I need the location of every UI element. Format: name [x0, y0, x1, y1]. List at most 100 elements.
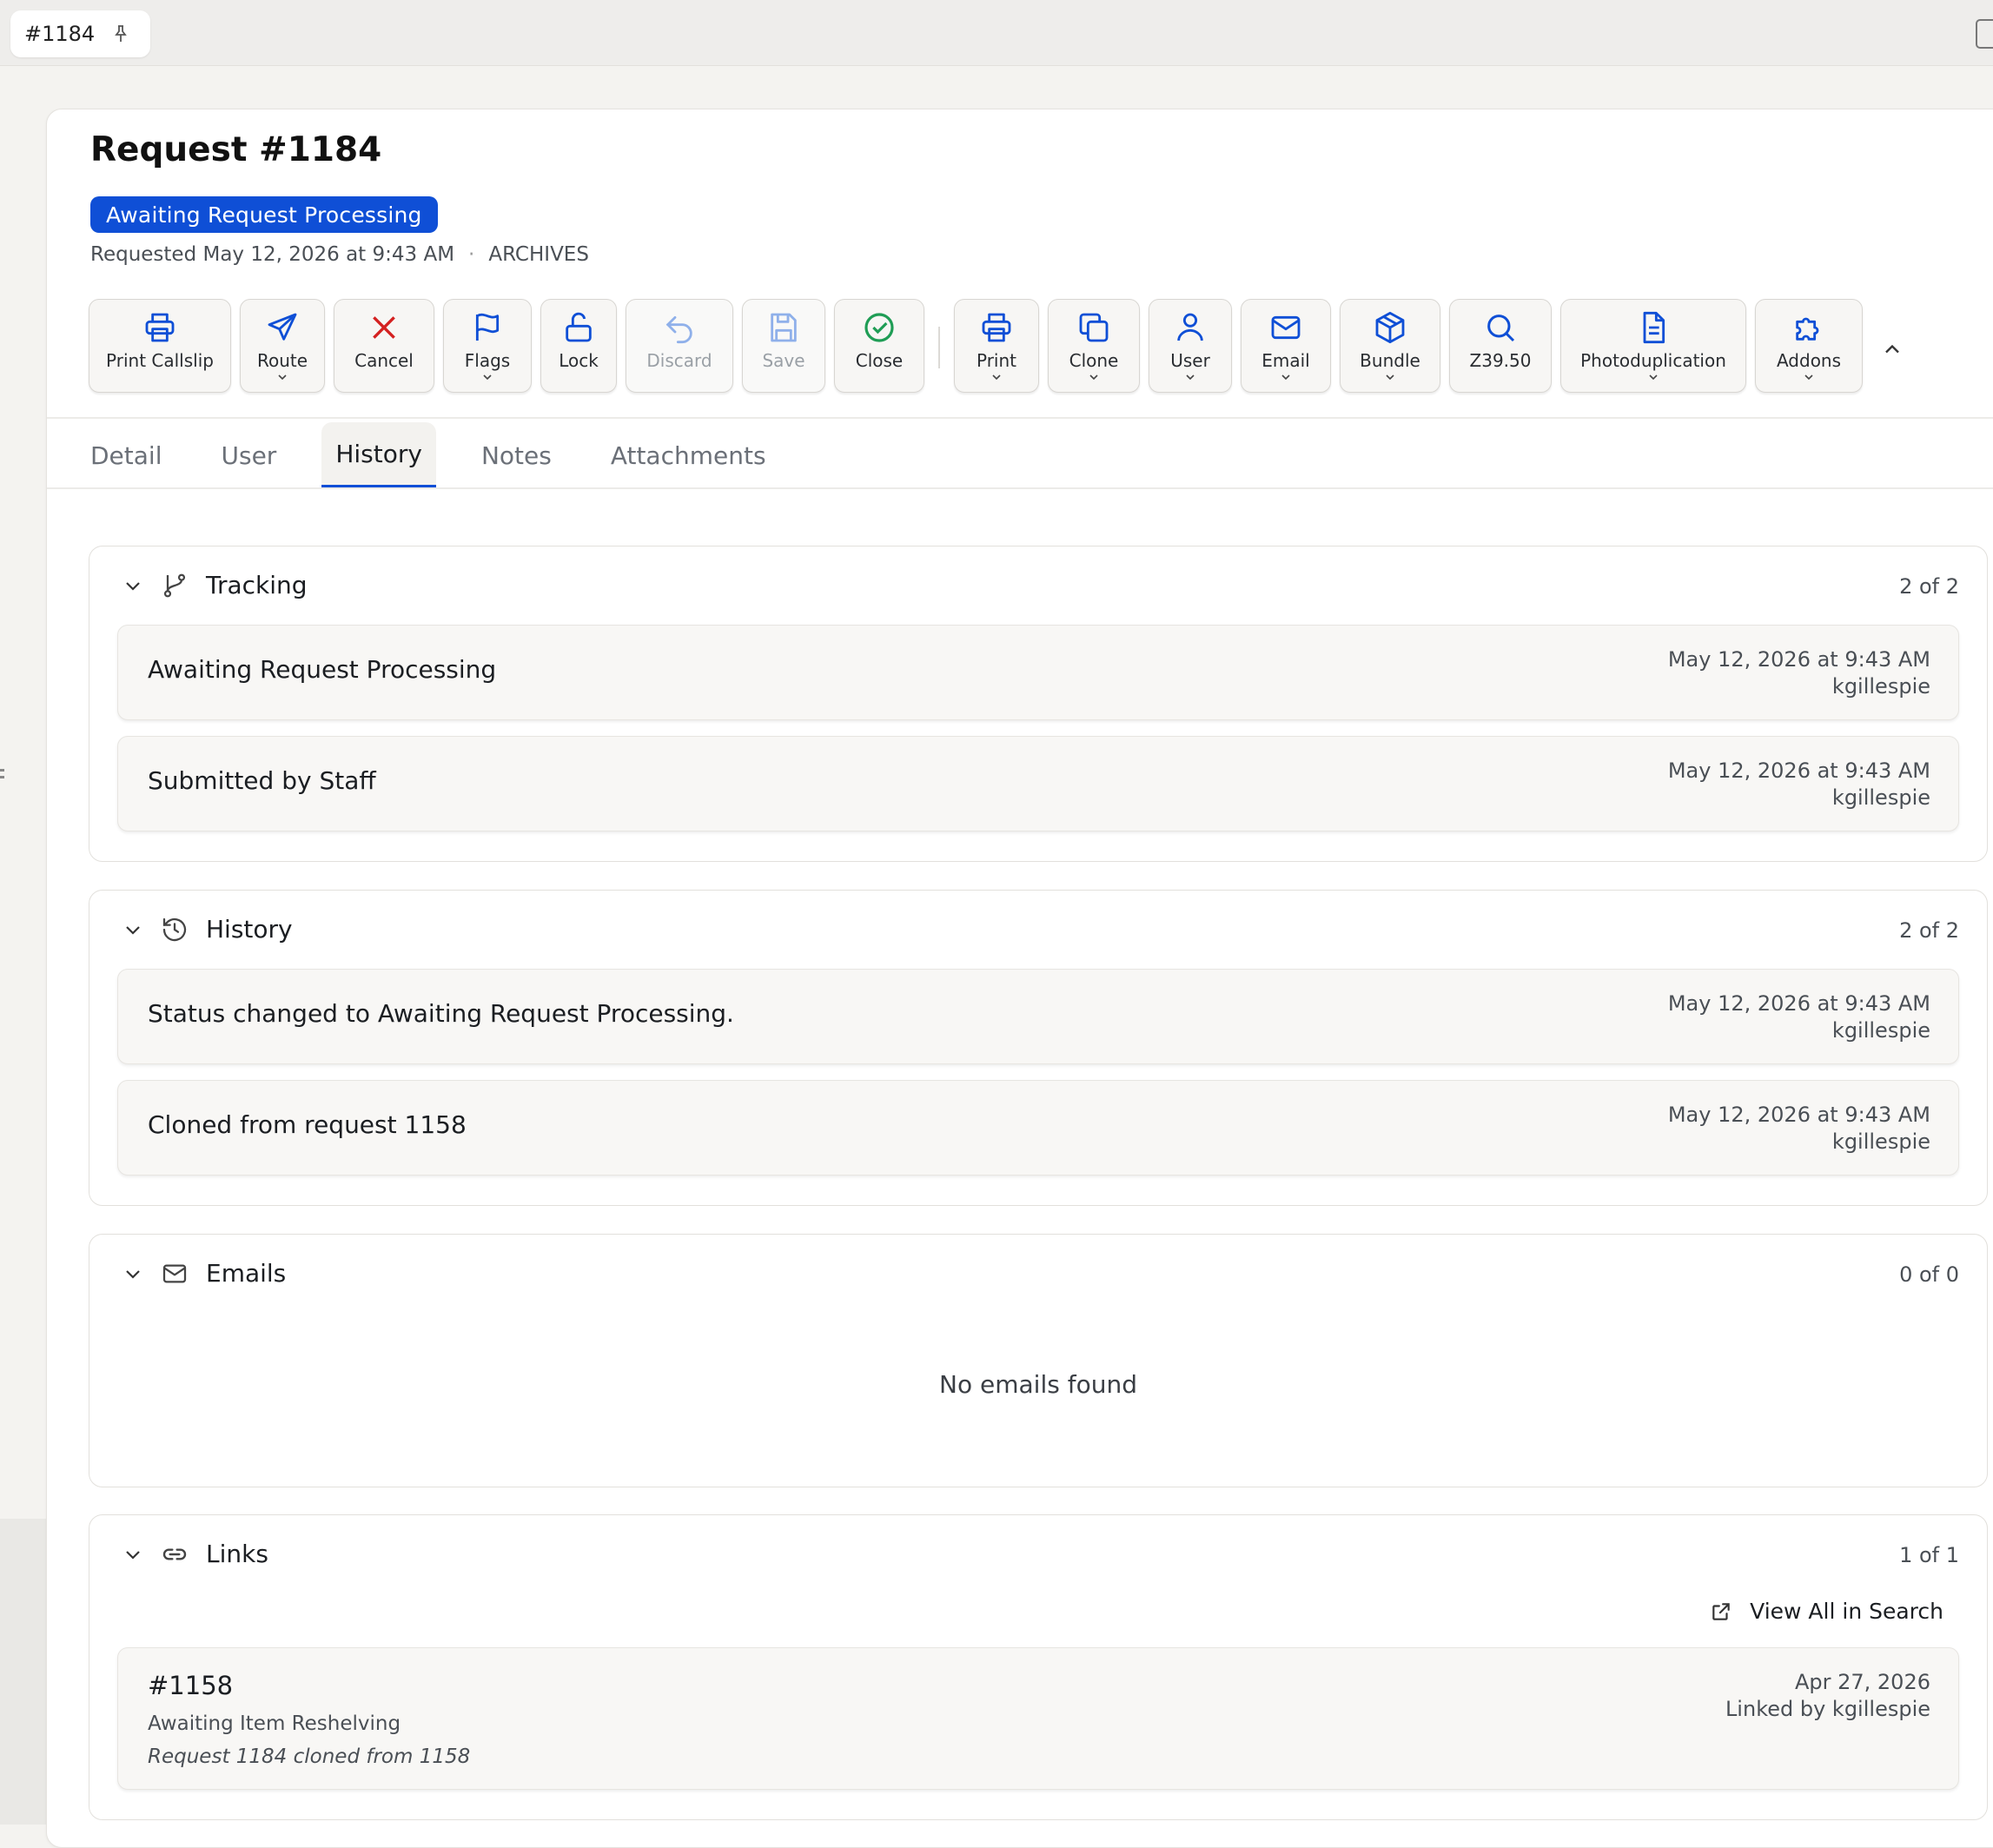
- resize-handle[interactable]: [0, 765, 4, 791]
- view-all-in-search-link[interactable]: View All in Search: [1710, 1599, 1943, 1624]
- links-header[interactable]: Links: [122, 1540, 268, 1568]
- chevron-down-icon: [1804, 374, 1813, 381]
- emails-count: 0 of 0: [1899, 1262, 1959, 1287]
- z3950-button[interactable]: Z39.50: [1449, 299, 1552, 393]
- tracking-title: Tracking: [206, 571, 308, 599]
- printer-icon: [982, 313, 1011, 342]
- external-link-icon: [1712, 1602, 1730, 1620]
- chevron-down-icon: [1089, 374, 1098, 381]
- copy-icon: [1079, 313, 1109, 342]
- linked-request-id[interactable]: #1158: [148, 1671, 233, 1700]
- save-icon: [771, 313, 797, 342]
- toolbar-divider-line: [47, 417, 1993, 419]
- document-tab-title: #1184: [24, 22, 96, 46]
- print-button[interactable]: Print: [954, 299, 1039, 393]
- entry-user: kgillespie: [1831, 785, 1930, 810]
- chevron-down-icon[interactable]: [122, 919, 143, 940]
- emails-title: Emails: [206, 1259, 287, 1288]
- document-tab[interactable]: #1184: [10, 10, 151, 57]
- pin-icon[interactable]: [110, 23, 131, 44]
- tracking-header[interactable]: Tracking: [122, 571, 308, 599]
- route-button[interactable]: Route: [240, 299, 325, 393]
- discard-label: Discard: [646, 350, 712, 371]
- chevron-down-icon[interactable]: [122, 1263, 143, 1284]
- close-button[interactable]: Close: [834, 299, 924, 393]
- bundle-button[interactable]: Bundle: [1340, 299, 1440, 393]
- puzzle-icon: [1796, 317, 1819, 341]
- flags-button[interactable]: Flags: [443, 299, 532, 393]
- x-icon: [373, 316, 395, 339]
- save-button[interactable]: Save: [742, 299, 825, 393]
- linked-request-item[interactable]: #1158 Awaiting Item Reshelving Request 1…: [117, 1647, 1959, 1790]
- page-title: Request #1184: [90, 130, 382, 169]
- lock-label: Lock: [559, 350, 599, 371]
- tab-user[interactable]: User: [221, 422, 276, 488]
- linked-request-note: Request 1184 cloned from 1158: [148, 1745, 471, 1768]
- entry-date: May 12, 2026 at 9:43 AM: [1667, 647, 1930, 672]
- photoduplication-label: Photoduplication: [1580, 350, 1726, 371]
- tab-bar-divider: [47, 487, 1993, 489]
- cancel-button[interactable]: Cancel: [334, 299, 434, 393]
- entry-user: kgillespie: [1831, 1018, 1930, 1043]
- close-label: Close: [855, 350, 904, 371]
- action-toolbar: Print Callslip Route Cancel Flags Lock D…: [89, 299, 1871, 396]
- links-count: 1 of 1: [1899, 1543, 1959, 1567]
- route-label: Route: [256, 350, 308, 371]
- emails-section: Emails 0 of 0 No emails found: [89, 1234, 1988, 1487]
- chevron-down-icon: [1281, 374, 1290, 381]
- entry-text: Status changed to Awaiting Request Proce…: [148, 999, 734, 1028]
- mail-icon: [1271, 315, 1301, 340]
- window-layout-icon[interactable]: [1976, 19, 1993, 49]
- photoduplication-button[interactable]: Photoduplication: [1560, 299, 1746, 393]
- meta-separator: ·: [468, 243, 475, 266]
- toolbar-divider: [938, 327, 940, 368]
- tab-attachments[interactable]: Attachments: [611, 422, 766, 488]
- history-header[interactable]: History: [122, 915, 293, 944]
- chevron-down-icon[interactable]: [122, 575, 143, 596]
- entry-date: May 12, 2026 at 9:43 AM: [1667, 991, 1930, 1016]
- clone-button[interactable]: Clone: [1048, 299, 1140, 393]
- history-icon: [162, 917, 187, 941]
- clone-label: Clone: [1069, 350, 1119, 371]
- list-item: Status changed to Awaiting Request Proce…: [117, 969, 1959, 1064]
- bundle-label: Bundle: [1360, 350, 1420, 371]
- package-icon: [1375, 311, 1405, 344]
- print-callslip-button[interactable]: Print Callslip: [89, 299, 231, 393]
- chevron-down-icon: [1186, 374, 1195, 381]
- addons-button[interactable]: Addons: [1755, 299, 1863, 393]
- list-item: Submitted by Staff May 12, 2026 at 9:43 …: [117, 736, 1959, 831]
- entry-date: May 12, 2026 at 9:43 AM: [1667, 758, 1930, 783]
- check-circle-icon: [864, 313, 894, 342]
- entry-text: Cloned from request 1158: [148, 1110, 467, 1139]
- list-item: Awaiting Request Processing May 12, 2026…: [117, 625, 1959, 720]
- linked-request-date: Apr 27, 2026: [1794, 1670, 1930, 1694]
- entry-date: May 12, 2026 at 9:43 AM: [1667, 1103, 1930, 1127]
- emails-header[interactable]: Emails: [122, 1259, 286, 1288]
- links-title: Links: [206, 1540, 268, 1568]
- chevron-down-icon: [1386, 374, 1394, 381]
- entry-meta: May 12, 2026 at 9:43 AM kgillespie: [1668, 646, 1930, 700]
- entry-user: kgillespie: [1831, 674, 1930, 699]
- user-icon: [1177, 313, 1203, 341]
- chevron-down-icon: [1649, 374, 1658, 381]
- tracking-count: 2 of 2: [1899, 574, 1959, 599]
- user-button[interactable]: User: [1149, 299, 1232, 393]
- background-area: [0, 1519, 46, 1825]
- request-meta: Requested May 12, 2026 at 9:43 AM · ARCH…: [90, 243, 589, 266]
- print-label: Print: [976, 350, 1016, 371]
- requested-date: Requested May 12, 2026 at 9:43 AM: [90, 243, 455, 266]
- user-label: User: [1170, 350, 1210, 371]
- chevron-down-icon[interactable]: [122, 1544, 143, 1565]
- lock-button[interactable]: Lock: [540, 299, 617, 393]
- tab-detail[interactable]: Detail: [90, 422, 162, 488]
- links-section: Links 1 of 1 View All in Search #1158 Aw…: [89, 1514, 1988, 1820]
- email-label: Email: [1261, 350, 1310, 371]
- discard-button[interactable]: Discard: [626, 299, 733, 393]
- document-icon: [1643, 311, 1665, 344]
- tab-history[interactable]: History: [321, 422, 436, 488]
- tab-notes[interactable]: Notes: [481, 422, 552, 488]
- chevron-up-icon[interactable]: [1880, 337, 1904, 361]
- unlock-icon: [566, 312, 592, 342]
- email-button[interactable]: Email: [1241, 299, 1331, 393]
- undo-icon: [665, 315, 692, 344]
